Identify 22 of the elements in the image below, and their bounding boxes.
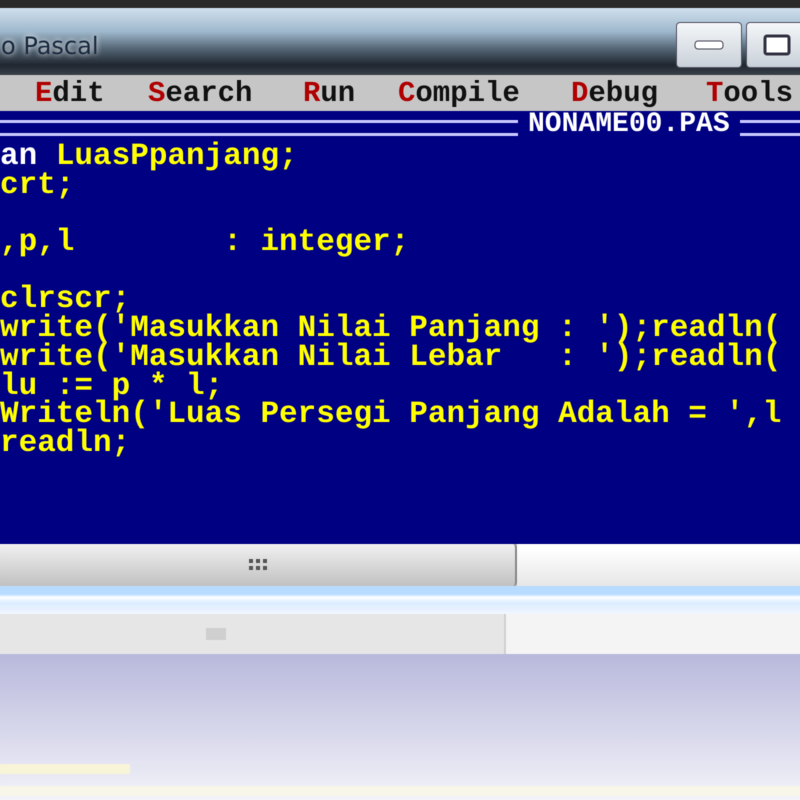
menu-item[interactable]: Run bbox=[303, 76, 356, 110]
scrollbar-thumb[interactable] bbox=[0, 544, 517, 586]
minimize-icon bbox=[694, 40, 724, 50]
file-name: NONAME00.PAS bbox=[518, 111, 740, 139]
menu-item[interactable]: Tools bbox=[706, 76, 794, 110]
window-title: o Pascal bbox=[1, 32, 98, 60]
code-line: Writeln('Luas Persegi Panjang Adalah = ',l bbox=[0, 401, 782, 430]
menu-item[interactable]: Edit bbox=[35, 76, 105, 110]
code-editor[interactable] bbox=[0, 111, 800, 544]
maximize-button[interactable] bbox=[746, 22, 800, 68]
code-line: ,p,l : integer; bbox=[0, 229, 410, 258]
grip-icon bbox=[246, 557, 268, 573]
code-line: write('Masukkan Nilai Lebar : ');readln( bbox=[0, 344, 782, 372]
menu-item[interactable]: Search bbox=[148, 76, 252, 110]
code-line: readln; bbox=[0, 430, 130, 459]
code-line: crt; bbox=[0, 172, 74, 200]
code-line: an LuasPpanjang; bbox=[0, 143, 298, 172]
menu-item[interactable]: Compile bbox=[398, 76, 520, 110]
restore-icon bbox=[763, 34, 791, 56]
menu-item[interactable]: Debug bbox=[571, 76, 658, 110]
minimize-button[interactable] bbox=[676, 22, 742, 68]
code-line: write('Masukkan Nilai Panjang : ');readln( bbox=[0, 315, 782, 344]
